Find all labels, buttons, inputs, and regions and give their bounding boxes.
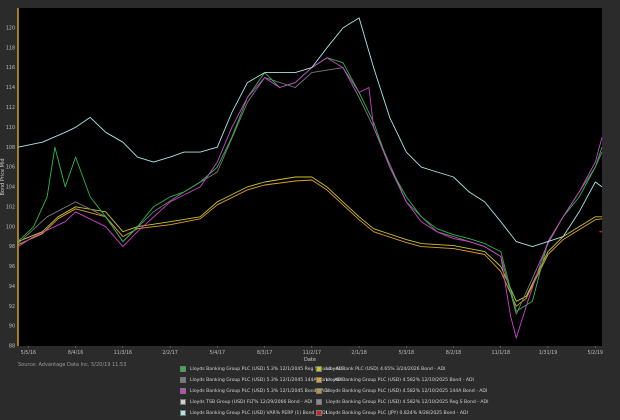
legend-swatch	[180, 366, 186, 372]
y-tick-label: 112	[6, 105, 15, 111]
x-tick-label: 11/2/17	[303, 350, 322, 356]
legend-swatch	[180, 399, 186, 405]
y-tick-label: 92	[9, 304, 15, 310]
y-tick-label: 94	[9, 284, 15, 290]
legend-swatch	[316, 399, 322, 405]
x-tick-label: 5/3/18	[399, 350, 414, 356]
legend-label: Lloyds Banking Group PLC (USD) 4.582% 12…	[326, 377, 474, 383]
y-tick-label: 88	[9, 344, 15, 350]
legend-item[interactable]: Lloyds Banking Group PLC (USD) VAR% PERP…	[180, 409, 327, 417]
chart-frame: 88 90 92 94 96 98 100 102 104 106 108 110 112 114 116 1…	[0, 0, 620, 420]
x-axis-label: Date	[304, 357, 316, 363]
legend-item[interactable]: Lloyds Banking Group PLC (USD) 4.582% 12…	[316, 376, 474, 384]
y-tick-label: 118	[6, 45, 15, 51]
y-tick-label: 102	[6, 204, 15, 210]
legend-label: Lloyds TSB Group (USD) FLT% 12/29/2066 B…	[190, 399, 313, 405]
legend-swatch	[316, 366, 322, 372]
y-tick-label: 104	[6, 185, 15, 191]
legend-item[interactable]: Lloyds TSB Group (USD) FLT% 12/29/2066 B…	[180, 398, 313, 406]
y-tick-label: 116	[6, 65, 15, 71]
legend-label: Lloyds Banking Group PLC (USD) VAR% PERP…	[190, 410, 328, 416]
x-tick-label: 5/4/17	[210, 350, 225, 356]
y-tick-label: 98	[9, 244, 15, 250]
legend-label: Lloyds Bank PLC (USD) 4.65% 3/24/2026 Bo…	[326, 366, 446, 372]
x-tick-label: 8/4/16	[68, 350, 83, 356]
x-tick-label: 5/2/19	[588, 350, 603, 356]
legend-swatch	[316, 388, 322, 394]
source-note: Source: Advantage Data Inc. 5/20/19 11:5…	[18, 362, 127, 368]
x-tick-label: 2/1/18	[351, 350, 366, 356]
legend-item[interactable]: Lloyds Banking Group PLC (USD) 4.582% 12…	[316, 387, 487, 395]
legend-item[interactable]: Lloyds Banking Group PLC (USD) 5.3% 12/1…	[180, 365, 344, 373]
legend-label: Lloyds Banking Group PLC (USD) 5.3% 12/1…	[190, 388, 330, 394]
legend-item[interactable]: Lloyds Banking Group PLC (USD) 5.3% 12/1…	[180, 376, 342, 384]
legend-swatch	[316, 410, 322, 416]
y-tick-label: 96	[9, 264, 15, 270]
x-tick-label: 8/2/18	[446, 350, 461, 356]
y-tick-label: 120	[6, 25, 15, 31]
legend-swatch	[316, 377, 322, 383]
x-tick-label: 2/2/17	[162, 350, 177, 356]
legend-label: Lloyds Banking Group PLC (USD) 4.582% 12…	[326, 388, 488, 394]
legend-label: Lloyds Banking Group PLC (JPY) 0.824% 9/…	[326, 410, 468, 416]
x-tick-label: 11/1/18	[492, 350, 511, 356]
x-tick-label: 1/31/19	[539, 350, 558, 356]
y-tick-label: 108	[6, 145, 15, 151]
y-tick-label: 114	[6, 85, 15, 91]
legend: Lloyds Banking Group PLC (USD) 5.3% 12/1…	[180, 365, 488, 417]
legend-swatch	[180, 388, 186, 394]
y-tick-label: 90	[9, 324, 15, 330]
legend-swatch	[180, 410, 186, 416]
y-axis-label: Bond Price Mid	[0, 158, 6, 195]
x-tick-label: 11/3/16	[114, 350, 133, 356]
x-tick-label: 8/3/17	[257, 350, 272, 356]
y-tick-label: 110	[6, 125, 15, 131]
y-tick-label: 106	[6, 165, 15, 171]
x-tick-label: 5/5/16	[21, 350, 36, 356]
legend-item[interactable]: Lloyds Banking Group PLC (USD) 5.3% 12/1…	[180, 387, 329, 395]
legend-label: Lloyds Banking Group PLC (USD) 4.582% 12…	[326, 399, 489, 405]
legend-item[interactable]: Lloyds Banking Group PLC (USD) 4.582% 12…	[316, 398, 488, 406]
y-tick-label: 100	[6, 224, 15, 230]
legend-item[interactable]: Lloyds Bank PLC (USD) 4.65% 3/24/2026 Bo…	[316, 365, 446, 373]
legend-swatch	[180, 377, 186, 383]
legend-item[interactable]: Lloyds Banking Group PLC (JPY) 0.824% 9/…	[316, 409, 468, 417]
